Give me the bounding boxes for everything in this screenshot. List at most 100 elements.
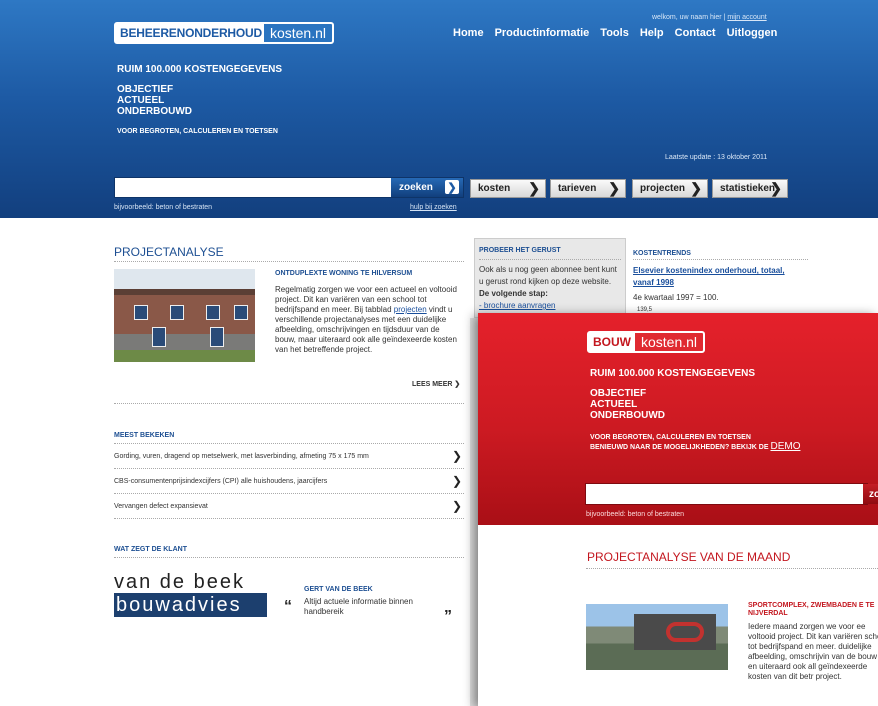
photo-grass [114, 350, 255, 362]
list-item-label: Vervangen defect expansievat [114, 502, 208, 510]
close-quote-icon: ” [444, 608, 452, 625]
tagline-value: ACTUEEL [590, 399, 638, 410]
last-update: Laatste update : 13 oktober 2011 [665, 154, 768, 161]
client-logo-line2: bouwadvies [114, 593, 267, 617]
chevron-right-icon: ❯ [454, 381, 461, 388]
chevron-right-icon: ❯ [770, 180, 782, 196]
try-body: Ook als u nog geen abonnee bent kunt u g… [479, 265, 617, 286]
search-button-label: zoeken [399, 182, 433, 193]
list-item[interactable]: Vervangen defect expansievat ❯ [114, 495, 464, 517]
column-shadow [470, 318, 478, 706]
photo-door [210, 327, 224, 347]
divider [633, 259, 808, 260]
tagline-demo-line: BENIEUWD NAAR DE MOGELIJKHEDEN? BEKIJK D… [590, 442, 800, 452]
nav-help[interactable]: Help [640, 27, 664, 39]
photo-window [170, 305, 184, 320]
nav-home[interactable]: Home [453, 27, 484, 39]
nav-uitloggen[interactable]: Uitloggen [727, 27, 778, 39]
photo-door [152, 327, 166, 347]
list-item-label: Gording, vuren, dragend op metselwerk, m… [114, 452, 369, 460]
most-viewed-heading: MEEST BEKEKEN [114, 432, 175, 439]
red-header: BOUW kosten.nl RUIM 100.000 KOSTENGEGEVE… [478, 313, 878, 525]
tab-statistieken[interactable]: statistieken ❯ [712, 179, 788, 198]
chevron-right-icon: ❯ [445, 180, 459, 194]
open-quote-icon: “ [284, 598, 292, 615]
red-site-window: BOUW kosten.nl RUIM 100.000 KOSTENGEGEVE… [478, 313, 878, 706]
project-photo[interactable] [114, 269, 255, 362]
tagline-main: RUIM 100.000 KOSTENGEGEVENS [590, 368, 756, 379]
divider [586, 568, 878, 569]
welcome-text: welkom, uw naam hier | [652, 14, 726, 21]
chevron-right-icon: ❯ [451, 449, 462, 463]
trends-heading: KOSTENTRENDS [633, 250, 691, 257]
chevron-right-icon: ❯ [690, 180, 702, 196]
logo-part2: kosten.nl [635, 333, 704, 351]
search-example: bijvoorbeeld: beton of bestraten [586, 511, 685, 518]
divider [114, 557, 464, 558]
projecten-link[interactable]: projecten [394, 305, 427, 314]
chevron-right-icon: ❯ [451, 499, 462, 513]
demo-prompt: BENIEUWD NAAR DE MOGELIJKHEDEN? BEKIJK D… [590, 444, 769, 451]
blue-header: BEHEERENONDERHOUD kosten.nl welkom, uw n… [0, 0, 878, 218]
client-name: GERT VAN DE BEEK [304, 586, 373, 593]
client-logo-line1: van de beek [114, 571, 245, 593]
read-more-label: LEES MEER [412, 381, 453, 388]
try-heading: PROBEER HET GERUST [479, 247, 561, 254]
list-item[interactable]: Gording, vuren, dragend op metselwerk, m… [114, 445, 464, 467]
tab-label: projecten [640, 183, 686, 194]
project-description: Regelmatig zorgen we voor een actueel en… [275, 285, 460, 355]
tagline-purpose: VOOR BEGROTEN, CALCULEREN EN TOETSEN [117, 128, 278, 135]
brochure-link[interactable]: - brochure aanvragen [479, 301, 556, 310]
tagline-value: OBJECTIEF [117, 84, 174, 95]
search-button[interactable]: zo [863, 484, 878, 504]
monthly-project-heading: PROJECTANALYSE VAN DE MAAND [587, 550, 791, 564]
divider [114, 261, 464, 262]
tab-tarieven[interactable]: tarieven ❯ [550, 179, 626, 198]
nav-productinformatie[interactable]: Productinformatie [495, 27, 590, 39]
cost-index-link[interactable]: Elsevier kostenindex onderhoud, totaal, … [633, 265, 803, 289]
tab-label: kosten [478, 183, 511, 194]
bouwkosten-logo[interactable]: BOUW kosten.nl [587, 331, 706, 353]
tagline-purpose-line: VOOR BEGROTEN, CALCULEREN EN TOETSEN [590, 434, 751, 441]
project-heading: PROJECTANALYSE [114, 245, 224, 259]
list-item-label: CBS-consumentenprijsindexcijfers (CPI) a… [114, 477, 328, 485]
list-item[interactable]: CBS-consumentenprijsindexcijfers (CPI) a… [114, 470, 464, 492]
photo-window [134, 305, 148, 320]
tagline-values: OBJECTIEF ACTUEEL ONDERBOUWD [117, 84, 192, 117]
project-subtitle: ONTDUPLEXTE WONING TE HILVERSUM [275, 270, 413, 277]
client-logo: van de beek bouwadvies [114, 571, 267, 617]
try-text: Ook als u nog geen abonnee bent kunt u g… [479, 264, 623, 312]
monthly-project-subtitle: SPORTCOMPLEX, ZWEMBADEN E TE NIJVERDAL [748, 602, 875, 617]
account-link[interactable]: mijn account [727, 14, 766, 21]
chevron-right-icon: ❯ [528, 180, 540, 196]
divider [114, 518, 464, 519]
tagline-value: ONDERBOUWD [590, 410, 665, 421]
tab-projecten[interactable]: projecten ❯ [632, 179, 708, 198]
tagline-value: ONDERBOUWD [117, 106, 192, 117]
tagline-values: OBJECTIEF ACTUEEL ONDERBOUWD [590, 388, 665, 421]
welcome-bar: welkom, uw naam hier | mijn account [652, 14, 767, 21]
nav-tools[interactable]: Tools [600, 27, 629, 39]
nav-contact[interactable]: Contact [675, 27, 716, 39]
tagline-purpose: VOOR BEGROTEN, CALCULEREN EN TOETSEN BEN… [590, 433, 800, 452]
monthly-project-description: Iedere maand zorgen we voor ee voltooid … [748, 622, 878, 681]
search-help-link[interactable]: hulp bij zoeken [410, 204, 457, 211]
read-more-link[interactable]: LEES MEER ❯ [412, 380, 460, 388]
tab-label: statistieken [720, 183, 776, 194]
divider [114, 468, 464, 469]
logo-part1: BOUW [589, 335, 635, 349]
logo-part2: kosten.nl [263, 24, 332, 42]
tagline-main: RUIM 100.000 KOSTENGEGEVENS [117, 64, 283, 75]
divider [114, 493, 464, 494]
photo-waterslide [666, 622, 704, 642]
sports-complex-photo[interactable] [586, 604, 728, 670]
tagline-value: ACTUEEL [117, 95, 165, 106]
search-input[interactable] [585, 483, 868, 505]
tab-kosten[interactable]: kosten ❯ [470, 179, 546, 198]
search-example: bijvoorbeeld: beton of bestraten [114, 204, 213, 211]
demo-link[interactable]: DEMO [770, 441, 800, 452]
beheer-onderhoud-logo[interactable]: BEHEERENONDERHOUD kosten.nl [114, 22, 334, 44]
photo-window [206, 305, 220, 320]
logo-part1: BEHEERENONDERHOUD [116, 26, 264, 40]
search-button[interactable]: zoeken ❯ [391, 178, 463, 197]
